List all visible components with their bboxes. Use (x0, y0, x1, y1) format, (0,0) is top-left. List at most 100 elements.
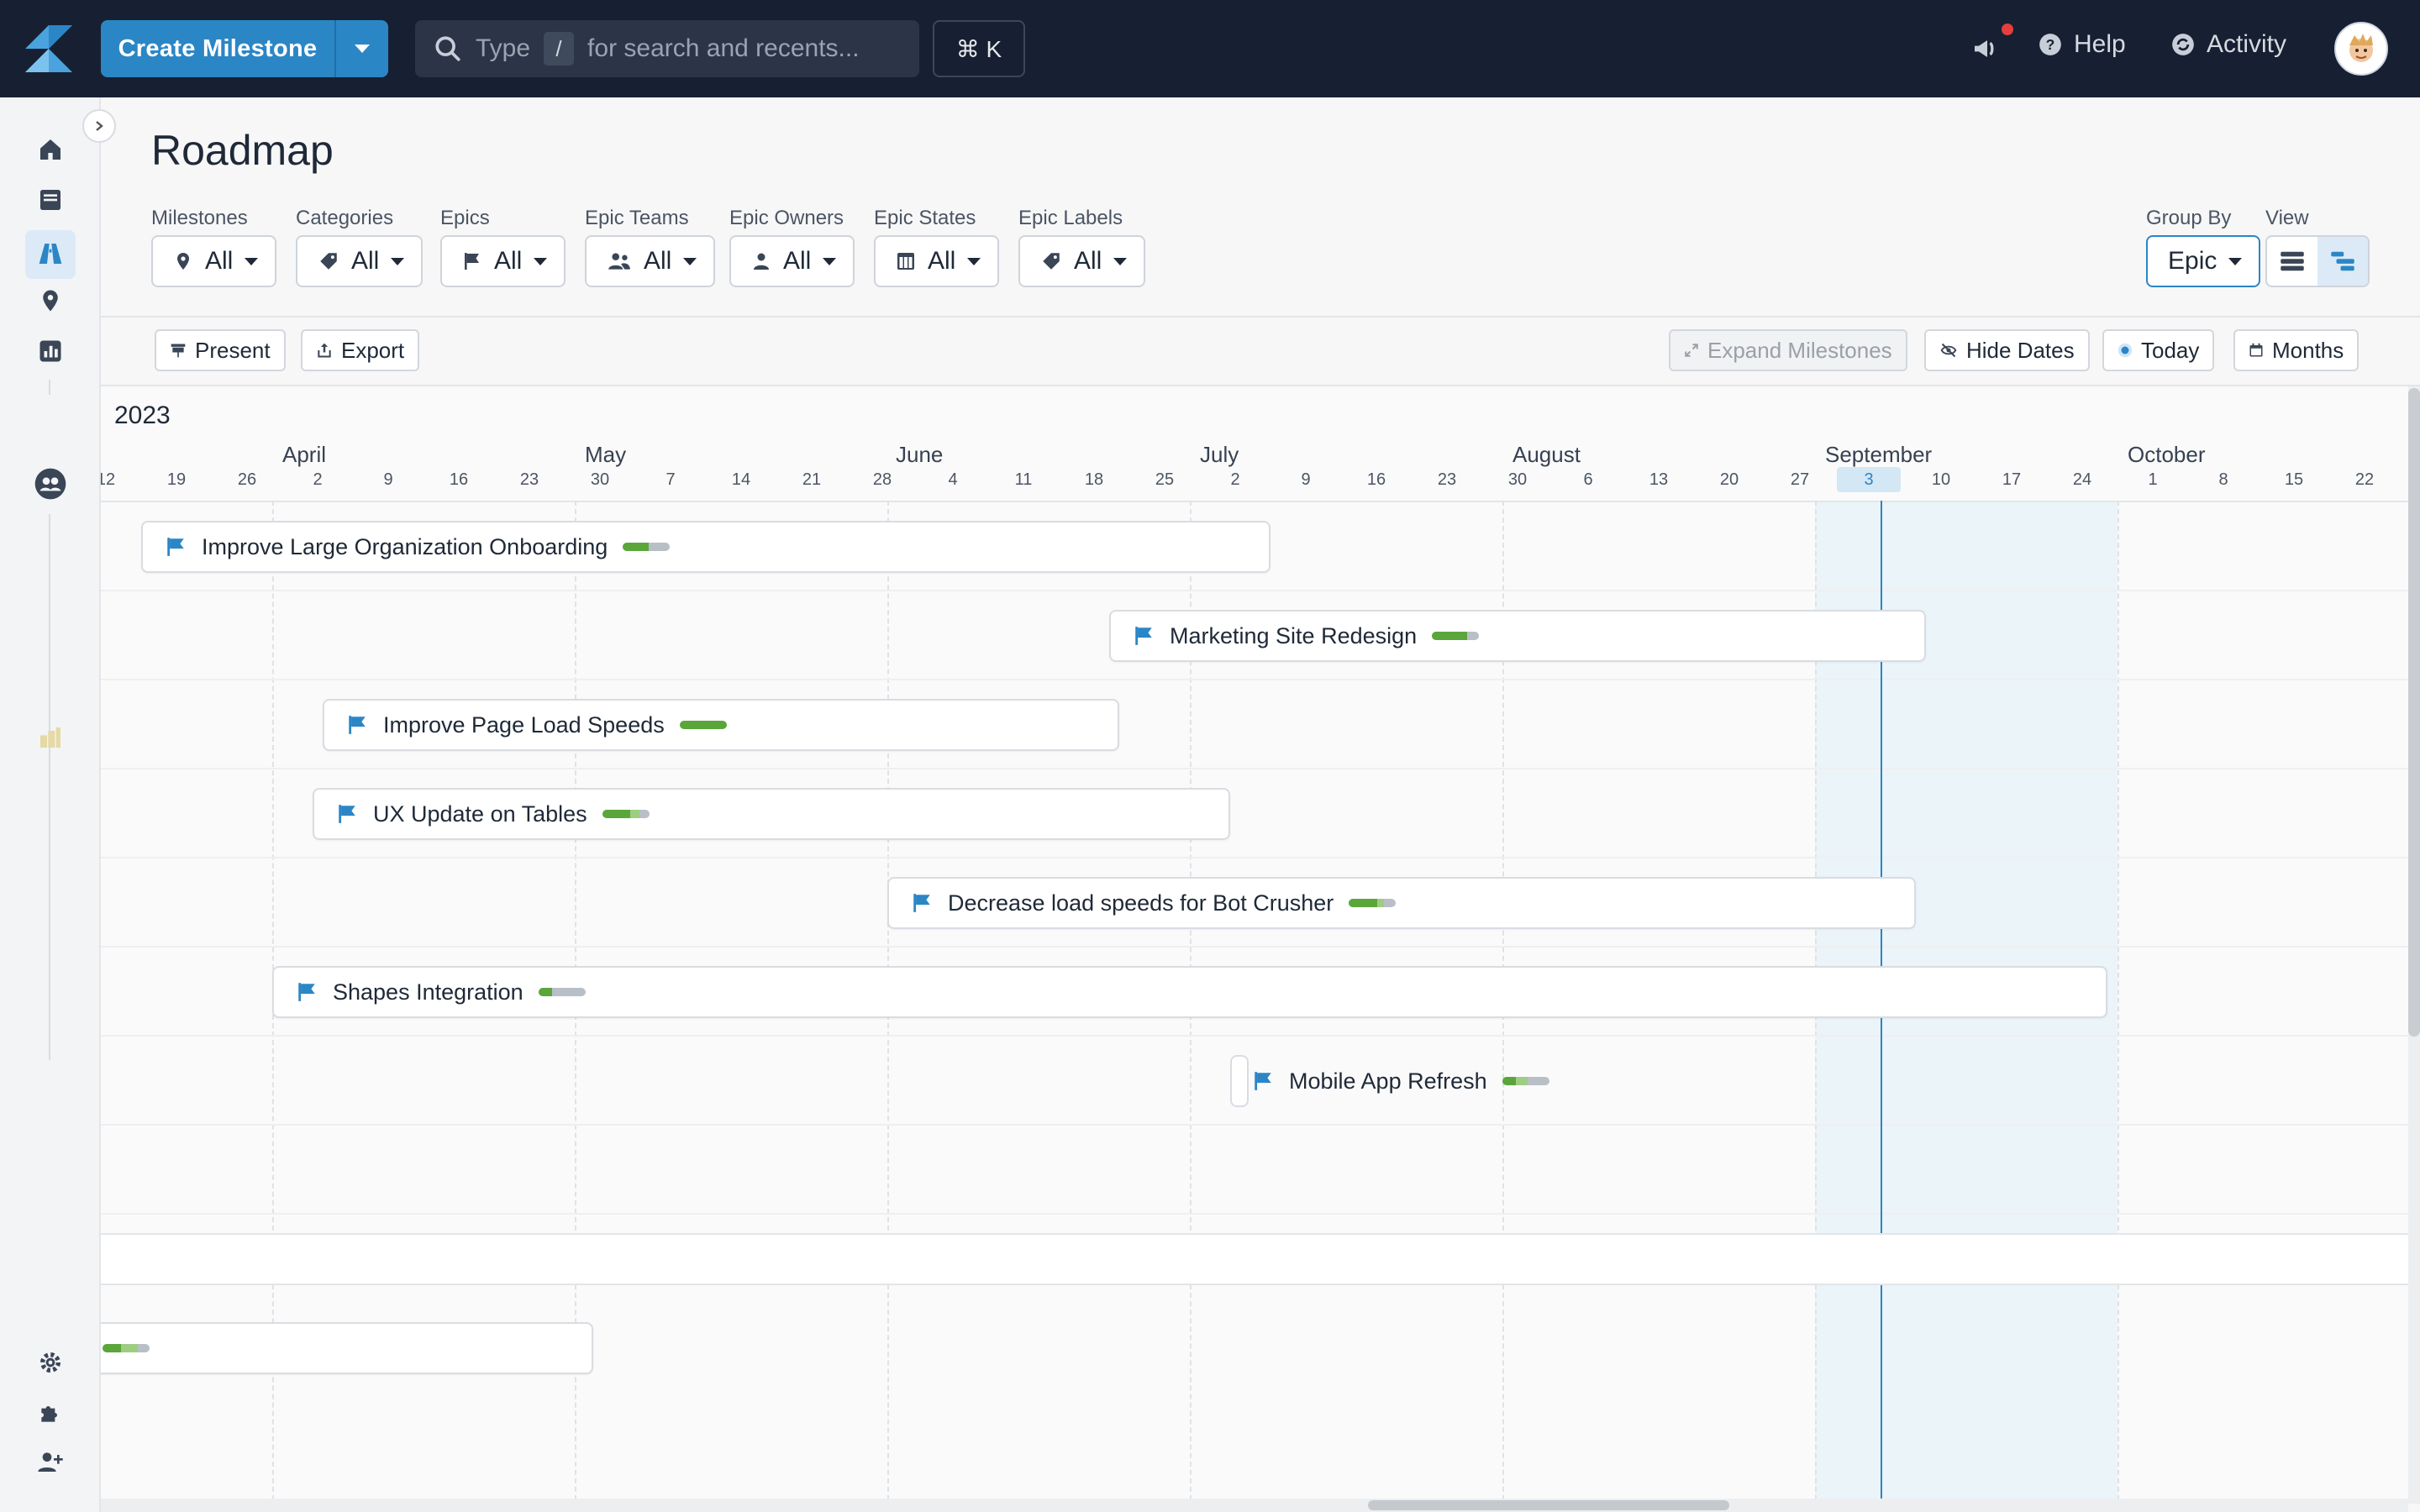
export-label: Export (341, 337, 405, 363)
epic-labels-filter-dropdown[interactable]: All (1018, 235, 1146, 287)
epics-filter-dropdown[interactable]: All (440, 235, 566, 287)
roadmap-timeline[interactable]: 2023 April May June July August Septembe… (101, 386, 2408, 1504)
epic-states-filter-dropdown[interactable]: All (874, 235, 1000, 287)
roadmap-toolbar: Present Export Expand Milestones Hide Da… (101, 318, 2420, 386)
expand-milestones-button[interactable]: Expand Milestones (1669, 329, 1907, 371)
epic-bar[interactable]: Mobile App Refresh (1252, 1055, 1672, 1107)
progress-done-segment (623, 543, 650, 551)
tag-icon (1043, 253, 1060, 270)
team-circle-icon[interactable] (34, 467, 67, 501)
hide-dates-button[interactable]: Hide Dates (1924, 329, 2090, 371)
progress-in-progress-segment (1516, 1077, 1528, 1085)
filter-epic-teams: Epic Teams All (585, 207, 716, 287)
help-label: Help (2074, 30, 2126, 58)
search-input[interactable]: Type / for search and recents... (415, 20, 919, 77)
view-control: View (2265, 207, 2370, 287)
chevron-down-icon (2228, 257, 2243, 265)
create-milestone-button[interactable]: Create Milestone (101, 20, 334, 77)
filter-label: Milestones (151, 207, 248, 229)
row-divider (101, 1124, 2408, 1126)
epic-teams-filter-dropdown[interactable]: All (585, 235, 716, 287)
activity-button[interactable]: Activity (2171, 30, 2286, 59)
epic-flag-icon (1135, 627, 1152, 645)
today-button[interactable]: Today (2102, 329, 2215, 371)
week-label: 28 (872, 470, 892, 489)
create-options-dropdown-button[interactable] (334, 20, 388, 77)
filter-categories: Categories All (296, 207, 424, 287)
epic-owners-filter-dropdown[interactable]: All (729, 235, 855, 287)
roadmap-icon[interactable] (34, 237, 67, 270)
expand-sidebar-button[interactable] (82, 109, 116, 143)
week-label: 12 (101, 470, 116, 489)
month-label: September (1825, 442, 1933, 467)
row-divider (101, 1035, 2408, 1037)
filter-epics: Epics All (440, 207, 566, 287)
group-separator-row (101, 1233, 2408, 1285)
list-view-button[interactable] (2267, 237, 2317, 286)
group-by-dropdown[interactable]: Epic (2146, 235, 2261, 287)
help-button[interactable]: ? Help (2039, 30, 2126, 59)
week-label: 22 (2354, 470, 2375, 489)
week-label: 9 (1301, 470, 1311, 489)
filter-epic-owners: Epic Owners All (729, 207, 855, 287)
megaphone-icon[interactable] (1970, 32, 2005, 66)
week-label: 30 (590, 470, 610, 489)
filter-label: Epics (440, 207, 490, 229)
hide-dates-label: Hide Dates (1966, 337, 2075, 363)
flag-icon (465, 253, 479, 270)
epic-progress-bar (1349, 899, 1397, 907)
week-label: 18 (1084, 470, 1104, 489)
epic-bar[interactable]: Improve Page Load Speeds (323, 699, 1119, 751)
months-scale-button[interactable]: Months (2233, 329, 2360, 371)
milestones-pin-icon[interactable] (34, 284, 67, 318)
epic-bar[interactable]: UX Update on Tables (313, 788, 1230, 840)
horizontal-scrollbar-thumb[interactable] (1368, 1500, 1729, 1510)
horizontal-scrollbar[interactable] (101, 1499, 2408, 1512)
timeline-view-button[interactable] (2317, 237, 2368, 286)
epic-bar[interactable]: Marketing Site Redesign (1109, 610, 1926, 662)
progress-done-segment (103, 1344, 122, 1352)
search-shortcut-key: / (544, 32, 575, 66)
create-milestone-button-group: Create Milestone (101, 20, 388, 77)
row-divider (101, 1213, 2408, 1215)
stories-icon[interactable] (34, 183, 67, 217)
week-label-today: 3 (1864, 470, 1874, 489)
categories-filter-dropdown[interactable]: All (296, 235, 424, 287)
group-by-control: Group By Epic (2146, 207, 2261, 287)
week-label: 11 (1014, 470, 1033, 489)
command-palette-button[interactable]: ⌘ K (933, 20, 1025, 77)
epic-bar[interactable]: Decrease load speeds for Bot Crusher (887, 877, 1916, 929)
week-label: 16 (449, 470, 469, 489)
integrations-puzzle-icon[interactable] (34, 1396, 67, 1430)
progress-done-segment (1432, 632, 1468, 640)
home-icon[interactable] (34, 133, 67, 166)
epic-bar[interactable]: Improve Large Organization Onboarding (141, 521, 1270, 573)
today-dot-icon (2118, 343, 2133, 358)
export-share-icon (318, 343, 331, 358)
question-circle-icon: ? (2039, 34, 2061, 55)
week-label: 2 (1230, 470, 1240, 489)
invite-user-icon[interactable] (34, 1445, 67, 1478)
shortcut-logo-icon[interactable] (24, 24, 74, 74)
activity-label: Activity (2207, 30, 2287, 58)
epic-name: Shapes Integration (333, 979, 523, 1005)
person-icon (754, 253, 769, 270)
month-label: August (1512, 442, 1581, 467)
present-button[interactable]: Present (155, 329, 286, 371)
week-label: 9 (383, 470, 393, 489)
epic-bar-start-handle[interactable] (1230, 1055, 1249, 1107)
export-button[interactable]: Export (301, 329, 420, 371)
week-label: 6 (1583, 470, 1593, 489)
team-building-icon[interactable] (34, 721, 67, 754)
milestones-filter-dropdown[interactable]: All (151, 235, 277, 287)
epic-bar-partial[interactable] (101, 1322, 593, 1374)
epic-progress-bar (679, 721, 727, 729)
user-avatar[interactable] (2334, 22, 2388, 76)
epic-bar[interactable]: Shapes Integration (272, 966, 2107, 1018)
epic-progress-bar (538, 988, 586, 996)
reports-chart-icon[interactable] (34, 334, 67, 368)
progress-done-segment (1349, 899, 1377, 907)
vertical-scrollbar-thumb[interactable] (2408, 388, 2420, 1037)
week-label: 24 (2072, 470, 2092, 489)
settings-gear-icon[interactable] (34, 1346, 67, 1379)
